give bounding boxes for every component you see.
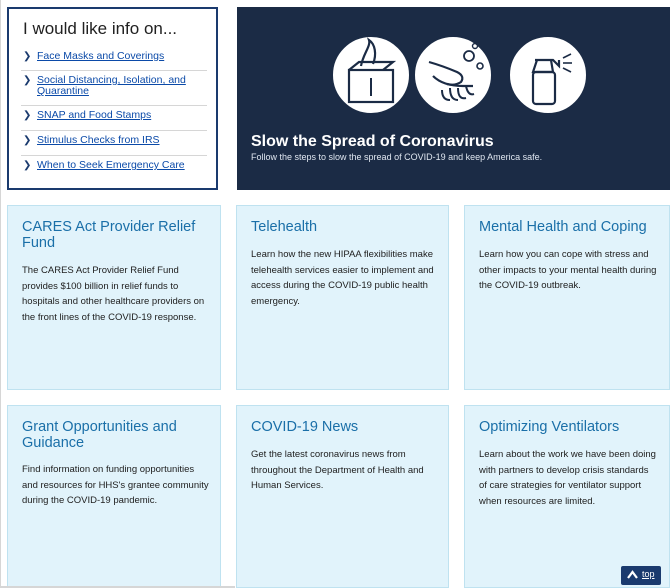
card-optimizing-ventilators[interactable]: Optimizing Ventilators Learn about the w… xyxy=(464,405,670,588)
info-panel: I would like info on... ❯ Face Masks and… xyxy=(7,7,218,190)
hero-banner[interactable]: Slow the Spread of Coronavirus Follow th… xyxy=(237,7,670,190)
card-title[interactable]: CARES Act Provider Relief Fund xyxy=(22,219,210,251)
card-grant-opportunities[interactable]: Grant Opportunities and Guidance Find in… xyxy=(7,405,221,588)
chevron-right-icon: ❯ xyxy=(23,51,32,62)
info-link-item: ❯ Social Distancing, Isolation, and Quar… xyxy=(21,71,207,106)
card-title[interactable]: Telehealth xyxy=(251,219,438,235)
chevron-right-icon: ❯ xyxy=(23,135,32,146)
face-masks-link[interactable]: Face Masks and Coverings xyxy=(37,50,164,62)
card-body: The CARES Act Provider Relief Fund provi… xyxy=(22,265,205,323)
info-link-list: ❯ Face Masks and Coverings ❯ Social Dist… xyxy=(21,47,207,180)
stimulus-checks-link[interactable]: Stimulus Checks from IRS xyxy=(37,134,160,146)
card-body: Learn about the work we have been doing … xyxy=(479,449,656,507)
hero-subtitle: Follow the steps to slow the spread of C… xyxy=(251,152,543,162)
card-cares-act[interactable]: CARES Act Provider Relief Fund The CARES… xyxy=(7,205,221,390)
card-title[interactable]: Grant Opportunities and Guidance xyxy=(22,419,210,451)
emergency-care-link[interactable]: When to Seek Emergency Care xyxy=(37,159,185,171)
spray-bottle-icon xyxy=(508,35,588,115)
card-title[interactable]: Optimizing Ventilators xyxy=(479,419,659,435)
card-title[interactable]: Mental Health and Coping xyxy=(479,219,659,235)
hero-icons xyxy=(331,35,588,115)
tissue-box-icon xyxy=(331,35,411,115)
social-distancing-link[interactable]: Social Distancing, Isolation, and Quaran… xyxy=(37,74,186,97)
card-body: Get the latest coronavirus news from thr… xyxy=(251,449,424,491)
snap-link[interactable]: SNAP and Food Stamps xyxy=(37,109,151,121)
card-telehealth[interactable]: Telehealth Learn how the new HIPAA flexi… xyxy=(236,205,449,390)
chevron-right-icon: ❯ xyxy=(23,160,32,171)
card-body: Learn how the new HIPAA flexibilities ma… xyxy=(251,249,434,307)
caret-up-icon xyxy=(627,570,638,581)
info-link-item: ❯ Stimulus Checks from IRS xyxy=(21,131,207,156)
card-covid-news[interactable]: COVID-19 News Get the latest coronavirus… xyxy=(236,405,449,588)
info-link-item: ❯ Face Masks and Coverings xyxy=(21,47,207,71)
card-body: Find information on funding opportunitie… xyxy=(22,464,209,506)
hand-washing-icon xyxy=(413,35,493,115)
back-to-top-label: top xyxy=(642,569,655,579)
info-link-item: ❯ When to Seek Emergency Care xyxy=(21,156,207,180)
page-left-border xyxy=(0,0,1,588)
back-to-top-button[interactable]: top xyxy=(621,566,661,585)
card-title[interactable]: COVID-19 News xyxy=(251,419,438,435)
chevron-right-icon: ❯ xyxy=(23,75,32,86)
card-body: Learn how you can cope with stress and o… xyxy=(479,249,657,291)
card-mental-health[interactable]: Mental Health and Coping Learn how you c… xyxy=(464,205,670,390)
chevron-right-icon: ❯ xyxy=(23,110,32,121)
info-panel-title: I would like info on... xyxy=(23,19,178,38)
hero-title[interactable]: Slow the Spread of Coronavirus xyxy=(251,133,494,151)
info-link-item: ❯ SNAP and Food Stamps xyxy=(21,106,207,131)
